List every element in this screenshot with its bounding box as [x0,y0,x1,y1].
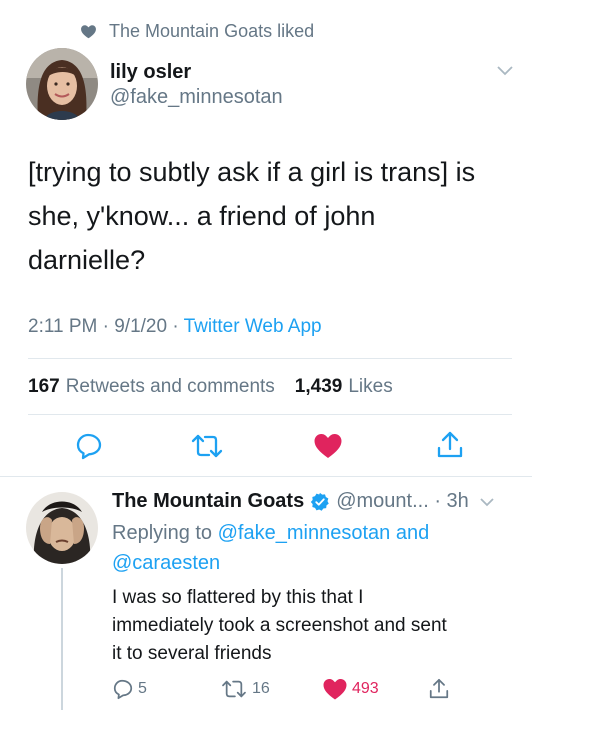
retweet-icon [222,680,246,698]
share-icon [429,678,449,699]
tweet-source-link[interactable]: Twitter Web App [184,316,322,337]
reply-text-line: I was so flattered by this that I [112,587,364,608]
likes-label[interactable]: Likes [348,376,392,398]
reply-like-button[interactable]: 493 [322,676,379,702]
chevron-down-icon[interactable] [496,64,514,78]
divider [28,414,512,415]
replying-to-user-link[interactable]: @fake_minnesotan [218,522,391,544]
author-avatar[interactable] [26,48,98,120]
author-info: lily osler @fake_minnesotan [110,60,283,110]
chevron-down-icon[interactable] [479,496,495,508]
avatar-photo [26,492,98,564]
reply-header: The Mountain Goats @mount... · 3h [112,490,532,513]
tweet-timestamp: 2:11 PM · 9/1/20 · [28,316,184,337]
avatar-photo [26,48,98,120]
author-display-name[interactable]: lily osler [110,60,283,84]
verified-badge-icon [311,492,329,511]
reply-text-line: it to several friends [112,643,272,664]
divider [0,476,532,477]
like-icon[interactable] [313,432,343,460]
retweet-icon[interactable] [190,432,224,460]
reply-handle-time[interactable]: @mount... · 3h [336,490,469,513]
likes-count[interactable]: 1,439 [295,376,343,398]
reply-author-avatar[interactable] [26,492,98,564]
retweets-count[interactable]: 167 [28,376,60,398]
tweet-text-line: [trying to subtly ask if a girl is trans… [28,157,476,187]
reply-display-name[interactable]: The Mountain Goats [112,490,304,513]
like-count: 493 [352,680,379,697]
social-context: The Mountain Goats liked [80,20,314,42]
replying-to: Replying to @fake_minnesotan and @caraest… [112,518,492,578]
reply-icon[interactable] [75,432,103,460]
heart-icon [81,24,96,38]
divider [28,358,512,359]
like-icon [323,679,347,700]
replying-to-and: and [390,522,430,544]
share-icon[interactable] [436,430,464,460]
thread-line [61,568,63,710]
reply-retweet-button[interactable]: 16 [220,676,270,702]
reply-icon [113,679,133,700]
tweet-text: [trying to subtly ask if a girl is trans… [28,150,528,282]
reply-share-button[interactable] [428,676,450,702]
reply-action-bar: 5 16 493 [112,676,472,702]
social-context-label: The Mountain Goats liked [109,20,315,41]
retweets-label[interactable]: Retweets and comments [66,376,275,398]
replying-to-user-link[interactable]: @caraesten [112,552,220,574]
author-handle[interactable]: @fake_minnesotan [110,84,283,110]
replying-to-prefix: Replying to [112,522,218,544]
tweet-meta: 2:11 PM · 9/1/20 · Twitter Web App [28,316,322,338]
tweet-text-line: she, y'know... a friend of john [28,201,376,231]
reply-count: 5 [138,680,147,697]
reply-reply-button[interactable]: 5 [112,676,147,702]
reply-text: I was so flattered by this that I immedi… [112,584,532,668]
retweet-count: 16 [252,680,270,697]
reply-text-line: immediately took a screenshot and sent [112,615,447,636]
tweet-text-line: darnielle? [28,245,146,275]
tweet-stats: 167 Retweets and comments 1,439 Likes [28,376,393,398]
